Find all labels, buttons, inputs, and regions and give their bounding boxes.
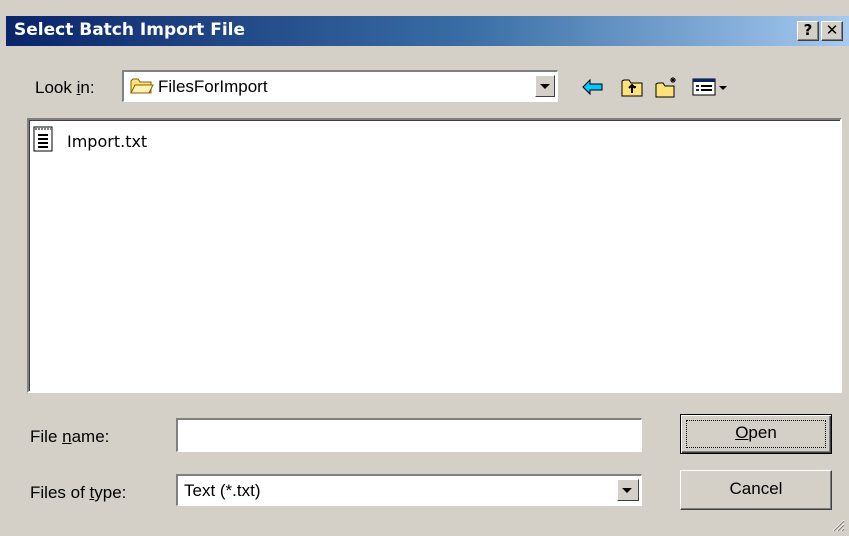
open-button[interactable]: Open — [680, 414, 832, 454]
new-folder-icon[interactable] — [654, 76, 680, 98]
file-name-label: File name: — [30, 427, 110, 446]
view-menu-icon[interactable] — [692, 76, 730, 98]
look-in-dropdown-button[interactable] — [535, 75, 555, 97]
look-in-label: Look in: — [35, 78, 95, 97]
close-button[interactable]: ✕ — [821, 21, 843, 41]
up-one-level-icon[interactable] — [620, 76, 646, 98]
dialog-title: Select Batch Import File — [14, 20, 246, 40]
select-batch-import-file-dialog: Select Batch Import File ? ✕ Look in: Fi… — [0, 0, 849, 536]
open-button-label: Open — [735, 423, 777, 442]
files-of-type-label: Files of type: — [30, 483, 127, 502]
file-name-input[interactable] — [176, 418, 642, 452]
resize-grip-icon[interactable] — [831, 518, 845, 532]
text-file-icon — [33, 126, 53, 152]
files-of-type-dropdown-button[interactable] — [617, 479, 639, 501]
look-in-combo[interactable]: FilesForImport — [122, 70, 558, 102]
files-of-type-value: Text (*.txt) — [184, 481, 261, 500]
look-in-value: FilesForImport — [158, 77, 268, 96]
help-button[interactable]: ? — [797, 21, 819, 41]
file-name: Import.txt — [67, 132, 148, 151]
back-arrow-icon[interactable] — [580, 76, 606, 98]
file-list[interactable]: Import.txt — [27, 118, 842, 393]
cancel-button[interactable]: Cancel — [680, 470, 832, 510]
folder-icon — [130, 78, 154, 94]
files-of-type-combo[interactable]: Text (*.txt) — [176, 474, 642, 506]
title-bar[interactable]: Select Batch Import File ? ✕ — [6, 16, 849, 46]
